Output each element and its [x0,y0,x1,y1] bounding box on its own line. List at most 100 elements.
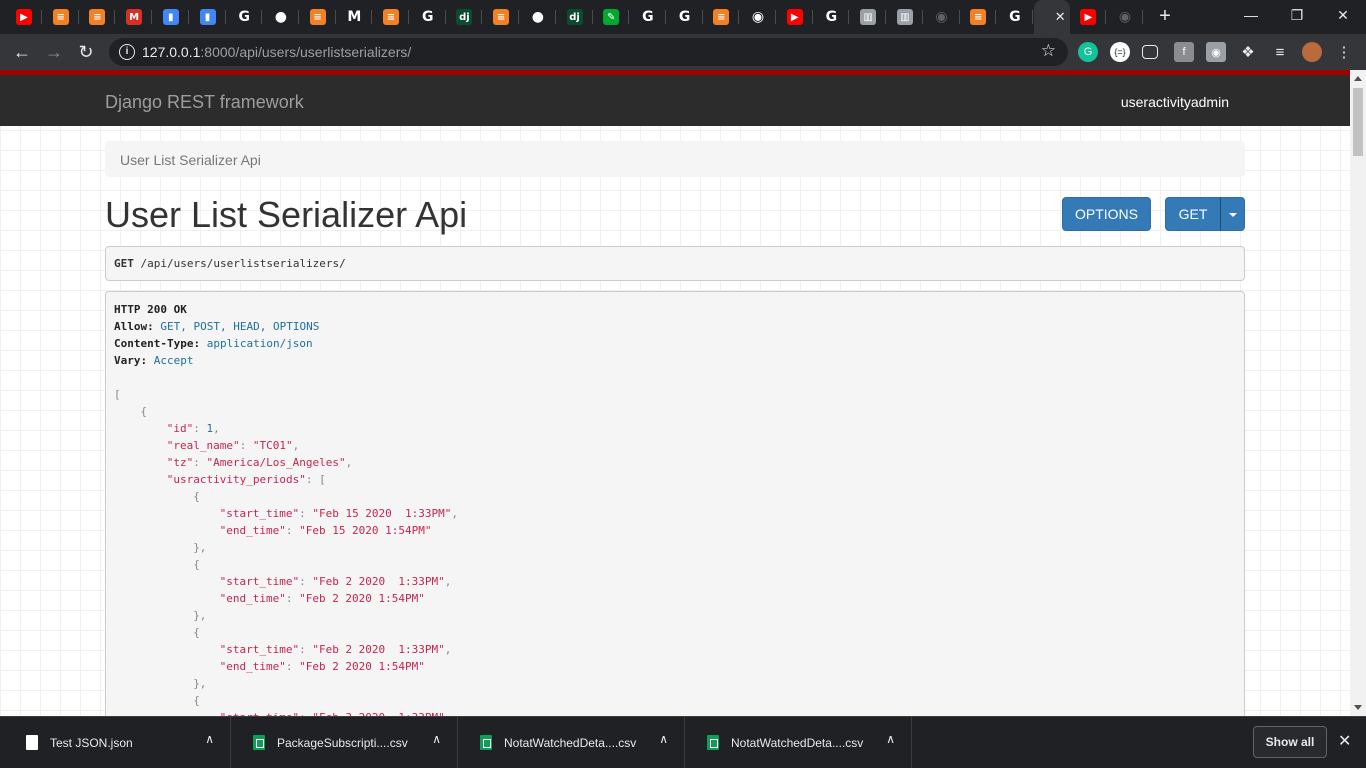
browser-tab[interactable]: ◉ [1107,0,1143,34]
browser-tab[interactable]: G [997,0,1033,34]
json-key: "real_name" [166,439,240,452]
options-button[interactable]: OPTIONS [1062,197,1151,231]
json-value: "Feb 2 2020 1:54PM" [299,592,425,605]
browser-tab[interactable]: G [813,0,850,34]
youtube-icon: ▶ [16,9,32,25]
bookmark-star-icon[interactable]: ☆ [1041,41,1056,61]
media-queue-icon[interactable]: ≡ [1270,42,1290,62]
breadcrumb: User List Serializer Api [105,141,1245,177]
browser-tab[interactable]: ● [520,0,556,34]
json-punctuation: : [299,643,313,656]
restore-button[interactable]: ❐ [1274,0,1320,30]
response-info: HTTP 200 OK Allow: GET, POST, HEAD, OPTI… [105,291,1245,716]
chevron-up-icon[interactable]: ∧ [659,732,668,746]
extensions-puzzle-icon[interactable]: ❖ [1238,42,1258,62]
chevron-up-icon[interactable]: ∧ [432,732,441,746]
chevron-up-icon[interactable]: ∧ [886,732,895,746]
new-tab-button[interactable]: + [1154,5,1176,27]
json-punctuation: : [193,422,207,435]
browser-tab[interactable]: ▶ [1070,0,1107,34]
globe-icon: ◉ [751,9,765,25]
browser-tab[interactable]: ◉ [740,0,776,34]
get-button[interactable]: GET [1165,197,1221,231]
request-info: GET /api/users/userlistserializers/ [105,246,1245,281]
browser-tab[interactable]: dj [557,0,593,34]
browser-tab[interactable]: dj [446,0,483,34]
download-item[interactable]: NotatWatchedDeta....csv ∧ [685,717,912,768]
close-shelf-icon[interactable]: ✕ [1338,731,1351,751]
header-value: GET, POST, HEAD, OPTIONS [160,320,320,333]
stackoverflow-icon: ≡ [970,9,987,25]
browser-tab[interactable]: ≡ [960,0,997,34]
browser-tab[interactable]: ▶ [6,0,42,34]
show-all-button[interactable]: Show all [1253,726,1327,758]
youtube-icon: ▶ [1080,9,1097,25]
download-item[interactable]: NotatWatchedDeta....csv ∧ [458,717,685,768]
gmail-icon: M [126,9,143,25]
window-close-button[interactable]: ✕ [1320,0,1366,30]
pocket-icon[interactable] [1142,45,1158,59]
page-viewport: Django REST framework useractivityadmin … [0,70,1350,716]
spreadsheet-icon [480,735,492,750]
chevron-up-icon[interactable]: ∧ [205,732,214,746]
site-info-icon[interactable]: i [119,44,135,60]
extension-ft-icon[interactable]: f [1174,42,1194,62]
browser-tab[interactable]: ● [263,0,299,34]
browser-tab[interactable]: ✎ [593,0,630,34]
browser-tab[interactable]: ▶ [777,0,813,34]
browser-tab[interactable]: ≡ [79,0,116,34]
download-item[interactable]: PackageSubscripti....csv ∧ [231,717,458,768]
google-icon: G [421,9,434,25]
browser-tab[interactable]: ▥ [850,0,887,34]
minimize-button[interactable]: — [1228,0,1274,30]
browser-tab[interactable]: ▥ [887,0,923,34]
browser-tab[interactable]: ≡ [373,0,409,34]
browser-tab[interactable]: ≡ [43,0,79,34]
google-docs-icon: ▮ [199,9,216,25]
json-line: "start_time": "Feb 15 2020 1:33PM", [114,505,1236,522]
browser-tab[interactable]: ▮ [153,0,189,34]
browser-tab[interactable]: ◉ [924,0,960,34]
browser-tab[interactable]: ▮ [190,0,226,34]
browser-tab[interactable]: ≡ [703,0,740,34]
address-bar[interactable]: i 127.0.0.1:8000/api/users/userlistseria… [109,38,1068,66]
scroll-thumb[interactable] [1353,88,1363,156]
browser-tab[interactable]: G [667,0,703,34]
close-tab-icon[interactable]: ✕ [1055,9,1066,25]
scroll-down-icon[interactable] [1354,705,1362,710]
browser-tab[interactable]: G [410,0,446,34]
google-icon: G [678,9,691,25]
url-text[interactable]: 127.0.0.1:8000/api/users/userlistseriali… [142,44,411,60]
browser-tab[interactable]: G [226,0,263,34]
header-value: Accept [153,354,194,367]
browser-tab[interactable]: ✕ [1033,0,1070,34]
browser-tab[interactable]: ≡ [300,0,336,34]
profile-avatar[interactable] [1302,42,1322,62]
browser-tab[interactable]: M [116,0,153,34]
camera-icon[interactable]: ◉ [1206,42,1226,62]
brand-link[interactable]: Django REST framework [105,92,304,113]
response-status: HTTP 200 OK [114,303,187,316]
get-format-dropdown[interactable] [1220,197,1245,231]
browser-tab[interactable]: ≡ [483,0,520,34]
forward-arrow-icon[interactable]: → [42,40,66,64]
json-punctuation: { [193,558,200,571]
download-item[interactable]: Test JSON.json ∧ [4,717,231,768]
browser-tab[interactable]: G [630,0,666,34]
back-arrow-icon[interactable]: ← [10,40,34,64]
user-menu[interactable]: useractivityadmin [1121,94,1229,110]
vertical-scrollbar[interactable] [1350,70,1366,716]
reload-icon[interactable]: ↻ [74,40,98,64]
browser-tab[interactable]: M [336,0,373,34]
json-key: "start_time" [219,643,300,656]
json-key: "id" [166,422,194,435]
scroll-up-icon[interactable] [1354,76,1362,81]
reader-icon: ▥ [896,9,913,25]
json-viewer-icon[interactable]: {=} [1110,42,1130,62]
json-value: "Feb 2 2020 1:33PM" [312,575,445,588]
grammarly-icon[interactable]: G [1078,42,1098,62]
menu-kebab-icon[interactable]: ⋮ [1334,42,1354,62]
json-key: "end_time" [219,524,286,537]
json-line: { [114,624,1236,641]
breadcrumb-item[interactable]: User List Serializer Api [120,152,261,168]
